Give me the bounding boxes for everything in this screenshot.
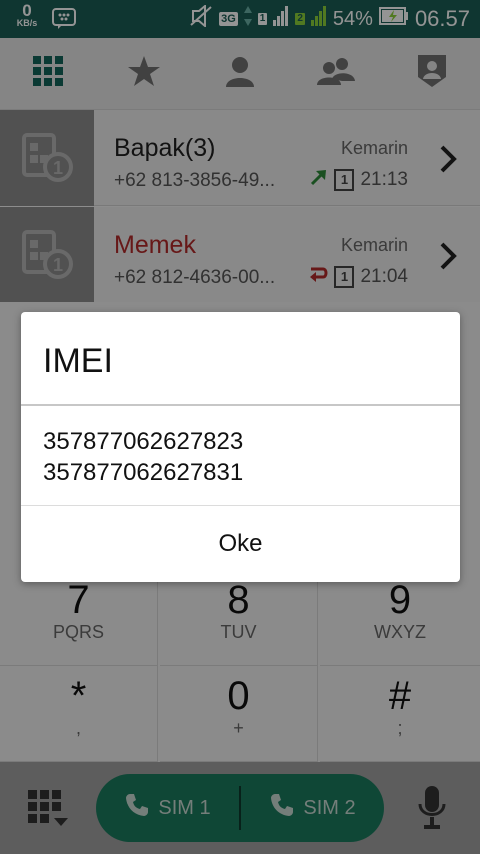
imei-value: 357877062627823	[43, 428, 244, 455]
divider	[21, 404, 460, 406]
imei-dialog: IMEI 357877062627823 357877062627831 Oke	[21, 312, 460, 582]
imei-value: 357877062627831	[43, 459, 244, 486]
ok-button[interactable]: Oke	[21, 506, 460, 582]
dialog-body: 357877062627823 357877062627831	[43, 426, 243, 488]
dialog-title: IMEI	[43, 342, 113, 380]
